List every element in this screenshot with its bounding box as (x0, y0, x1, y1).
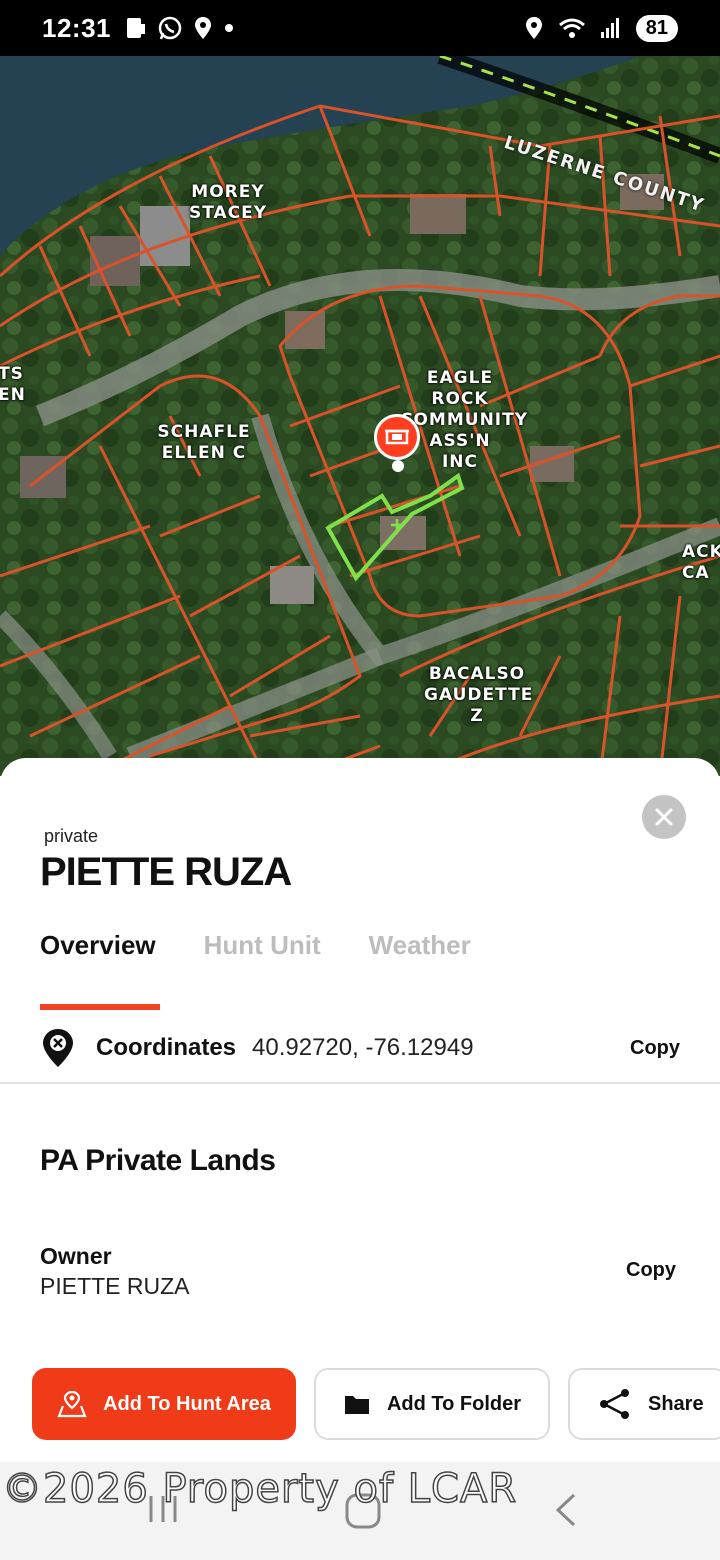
divider (0, 1082, 720, 1084)
location-pin-icon (43, 1029, 73, 1067)
parcel-label-line: INC (441, 452, 479, 472)
battery-indicator: 81 (635, 14, 678, 42)
watermark: ©2026 Property of LCAR (1, 1465, 518, 1513)
parcel-label-line: ACK (682, 542, 720, 562)
parcel-label-line: ELLEN C (161, 443, 247, 463)
parcel-label-line: Z (470, 706, 484, 726)
add-to-folder-label: Add To Folder (386, 1392, 522, 1415)
tab-overview[interactable]: Overview (40, 930, 156, 961)
parcel-label-line: ROCK (431, 389, 489, 409)
parcel-label-line: BACALSO (428, 664, 526, 684)
add-to-hunt-area-button[interactable]: Add To Hunt Area (32, 1368, 296, 1440)
share-button[interactable]: Share (568, 1368, 720, 1440)
sim-icon (127, 18, 145, 38)
parcel-label-line: STACEY (188, 203, 268, 223)
share-label: Share (648, 1392, 704, 1415)
coordinates-row: Coordinates 40.92720, -76.12949 Copy (40, 1024, 680, 1072)
owner-label: Owner (40, 1243, 112, 1269)
map-canvas (0, 56, 720, 776)
section-title: PA Private Lands (40, 1144, 276, 1177)
parcel-label-line: SCHAFLE (157, 422, 251, 442)
location-icon (525, 17, 542, 39)
parcel-label-line: MOREY (191, 182, 265, 202)
parcel-label-line: GAUDETTE (424, 685, 534, 705)
coordinates-value: 40.92720, -76.12949 (252, 1034, 474, 1061)
close-button[interactable] (642, 795, 686, 839)
owner-value: PIETTE RUZA (40, 1273, 190, 1299)
status-time: 12:31 (42, 12, 111, 43)
parcel-label-ack[interactable]: ACK CA (682, 542, 720, 584)
action-bar: Add To Hunt Area Add To Folder Share (32, 1368, 720, 1440)
map-pin-icon[interactable] (374, 414, 420, 460)
parcel-label-ts[interactable]: TS EN (0, 364, 26, 406)
parcel-map[interactable]: LUZERNE COUNTY MOREY STACEY TS EN SCHAFL… (0, 56, 720, 776)
active-tab-indicator (40, 1004, 160, 1010)
pin-anchor (392, 460, 404, 472)
dot-icon (225, 24, 233, 32)
coordinates-label: Coordinates (96, 1034, 237, 1061)
parcel-label-line: TS (0, 364, 24, 384)
location-icon (195, 17, 211, 39)
share-icon (600, 1389, 629, 1419)
close-icon (655, 808, 673, 826)
back-icon[interactable] (552, 1492, 580, 1528)
property-icon (385, 429, 409, 445)
tab-weather[interactable]: Weather (369, 930, 471, 961)
whatsapp-icon (158, 16, 182, 40)
parcel-label-morey[interactable]: MOREY STACEY (186, 182, 270, 224)
status-bar: 12:31 81 (0, 0, 720, 56)
parcel-label-bacalso[interactable]: BACALSO GAUDETTE Z (424, 664, 534, 727)
add-to-folder-button[interactable]: Add To Folder (314, 1368, 550, 1440)
tab-bar: Overview Hunt Unit Weather (40, 930, 471, 961)
wifi-icon (558, 18, 585, 38)
parcel-label-line: EN (0, 385, 26, 405)
parcel-label-schafle[interactable]: SCHAFLE ELLEN C (154, 422, 254, 464)
copy-coordinates-button[interactable]: Copy (630, 1037, 680, 1060)
tab-hunt-unit[interactable]: Hunt Unit (204, 930, 321, 961)
parcel-label-eagle-rock[interactable]: EAGLE ROCK COMMUNITY ASS'N INC (400, 368, 527, 473)
copy-owner-button[interactable]: Copy (626, 1259, 676, 1282)
hunt-area-icon (57, 1390, 87, 1418)
signal-icon (600, 18, 619, 38)
property-title: PIETTE RUZA (40, 850, 292, 894)
land-category: private (44, 826, 99, 846)
parcel-label-line: EAGLE (426, 368, 494, 388)
parcel-label-line: CA (682, 563, 710, 583)
folder-icon (344, 1396, 369, 1414)
add-to-hunt-area-label: Add To Hunt Area (103, 1392, 271, 1415)
